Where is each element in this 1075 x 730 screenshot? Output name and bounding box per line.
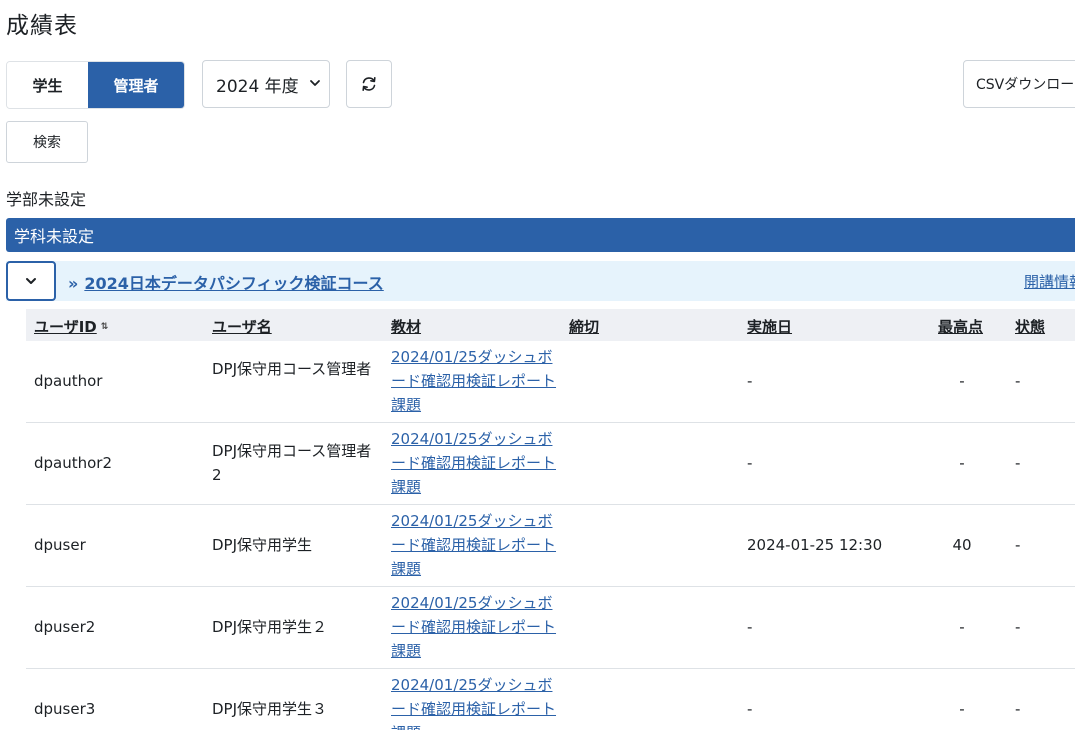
page-title: 成績表 xyxy=(6,13,78,39)
refresh-icon xyxy=(362,77,376,91)
course-link[interactable]: » 2024日本データパシフィック検証コース xyxy=(68,270,384,294)
cell-max-score: - xyxy=(959,618,965,636)
table-row: dpuser3 DPJ保守用学生３ 2024/01/25ダッシュボード確認用検証… xyxy=(26,669,1075,730)
chevron-down-icon xyxy=(26,278,36,284)
cell-user-name: DPJ保守用学生３ xyxy=(212,700,328,718)
collapse-button[interactable] xyxy=(6,261,56,301)
course-name: 2024日本データパシフィック検証コース xyxy=(84,274,384,293)
cell-material-link[interactable]: 2024/01/25ダッシュボード確認用検証レポート課題 xyxy=(391,427,556,499)
year-select-value: 2024 年度 xyxy=(216,76,299,97)
admin-role-button[interactable]: 管理者 xyxy=(88,62,184,108)
year-select[interactable]: 2024 年度 xyxy=(202,60,330,108)
column-header-user-id[interactable]: ユーザID ⇅ xyxy=(34,316,108,337)
table-row: dpauthor2 DPJ保守用コース管理者2 2024/01/25ダッシュボー… xyxy=(26,423,1075,505)
cell-date: 2024-01-25 12:30 xyxy=(747,536,883,554)
chevron-down-icon xyxy=(310,80,320,86)
student-role-button[interactable]: 学生 xyxy=(7,62,88,108)
cell-user-name: DPJ保守用学生 xyxy=(212,536,313,554)
cell-max-score: - xyxy=(959,454,965,472)
column-header-deadline[interactable]: 締切 xyxy=(569,316,599,337)
grade-report-page: 成績表 学生 管理者 2024 年度 CSVダウンロード 検索 学部未設定 学科… xyxy=(0,0,1075,730)
cell-user-id: dpuser xyxy=(34,536,86,554)
department-label: 学科未設定 xyxy=(14,227,95,246)
cell-user-id: dpuser2 xyxy=(34,618,96,636)
cell-max-score: 40 xyxy=(952,536,972,554)
cell-material-link[interactable]: 2024/01/25ダッシュボード確認用検証レポート課題 xyxy=(391,673,556,730)
column-header-label: ユーザID xyxy=(34,318,97,336)
grade-table: ユーザID ⇅ ユーザ名 教材 締切 実施日 最高点 状態 dpauthor DP… xyxy=(26,309,1075,730)
csv-download-button[interactable]: CSVダウンロード xyxy=(963,60,1075,108)
course-row: » 2024日本データパシフィック検証コース 開講情報 xyxy=(6,261,1075,301)
role-toggle: 学生 管理者 xyxy=(6,61,185,109)
cell-material-link[interactable]: 2024/01/25ダッシュボード確認用検証レポート課題 xyxy=(391,345,556,417)
cell-status: - xyxy=(1015,618,1021,636)
faculty-label: 学部未設定 xyxy=(6,190,87,209)
cell-material-link[interactable]: 2024/01/25ダッシュボード確認用検証レポート課題 xyxy=(391,509,556,581)
cell-date: - xyxy=(747,700,753,718)
cell-user-id: dpauthor2 xyxy=(34,454,113,472)
table-header: ユーザID ⇅ ユーザ名 教材 締切 実施日 最高点 状態 xyxy=(26,309,1075,341)
search-button[interactable]: 検索 xyxy=(6,121,88,163)
column-header-date[interactable]: 実施日 xyxy=(747,316,792,337)
cell-date: - xyxy=(747,454,753,472)
column-header-max-score[interactable]: 最高点 xyxy=(938,316,983,337)
department-bar: 学科未設定 xyxy=(6,218,1075,252)
sort-icon: ⇅ xyxy=(100,322,109,332)
cell-user-id: dpauthor xyxy=(34,372,103,390)
table-row: dpuser DPJ保守用学生 2024/01/25ダッシュボード確認用検証レポ… xyxy=(26,505,1075,587)
cell-status: - xyxy=(1015,536,1021,554)
cell-status: - xyxy=(1015,700,1021,718)
table-row: dpuser2 DPJ保守用学生２ 2024/01/25ダッシュボード確認用検証… xyxy=(26,587,1075,669)
table-row: dpauthor DPJ保守用コース管理者 2024/01/25ダッシュボード確… xyxy=(26,341,1075,423)
double-chevron-right-icon: » xyxy=(68,274,79,293)
column-header-material[interactable]: 教材 xyxy=(391,316,421,337)
cell-max-score: - xyxy=(959,700,965,718)
cell-material-link[interactable]: 2024/01/25ダッシュボード確認用検証レポート課題 xyxy=(391,591,556,663)
cell-status: - xyxy=(1015,454,1021,472)
cell-user-name: DPJ保守用コース管理者2 xyxy=(212,442,372,484)
cell-status: - xyxy=(1015,372,1021,390)
open-info-link[interactable]: 開講情報 xyxy=(1024,271,1075,292)
cell-max-score: - xyxy=(959,372,965,390)
column-header-status[interactable]: 状態 xyxy=(1015,316,1045,337)
cell-date: - xyxy=(747,372,753,390)
refresh-button[interactable] xyxy=(346,60,392,108)
column-header-user-name[interactable]: ユーザ名 xyxy=(212,316,272,337)
cell-date: - xyxy=(747,618,753,636)
cell-user-id: dpuser3 xyxy=(34,700,96,718)
cell-user-name: DPJ保守用学生２ xyxy=(212,618,328,636)
cell-user-name: DPJ保守用コース管理者 xyxy=(212,360,372,378)
